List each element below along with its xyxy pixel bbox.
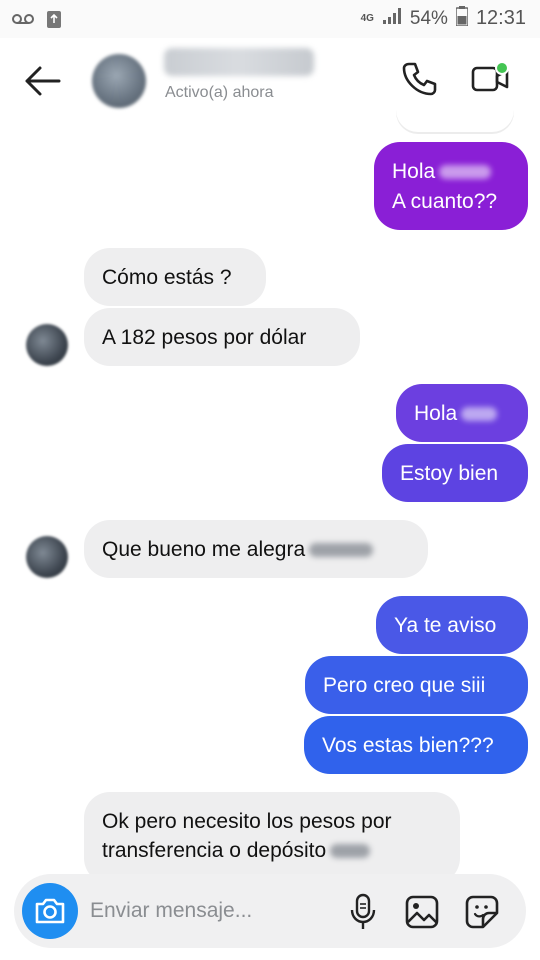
message-text: Pero creo que siii (323, 674, 486, 697)
camera-icon (34, 896, 66, 931)
message-text: Hola (392, 160, 436, 183)
message-text: Vos estas bien??? (322, 734, 494, 757)
partial-message-bubble (396, 100, 514, 132)
phone-icon[interactable] (400, 60, 438, 98)
message-text: Ok pero necesito los pesos por (102, 810, 392, 833)
message-bubble-outgoing[interactable]: Vos estas bien??? (304, 716, 528, 774)
avatar[interactable] (26, 324, 68, 366)
message-text: transferencia o depósito (102, 839, 327, 862)
message-text: Cómo estás ? (102, 266, 232, 289)
message-input[interactable] (90, 896, 340, 926)
status-bar: 4G 54% 12:31 (0, 0, 540, 38)
microphone-icon[interactable] (348, 892, 378, 932)
image-icon[interactable] (404, 894, 440, 930)
message-bubble-outgoing[interactable]: Hola A cuanto?? (374, 142, 528, 230)
message-bubble-incoming[interactable]: Que bueno me alegra (84, 520, 428, 578)
redacted-name (461, 407, 498, 422)
voicemail-icon (12, 12, 34, 31)
camera-button[interactable] (22, 883, 78, 939)
avatar[interactable] (92, 54, 146, 108)
message-bubble-outgoing[interactable]: Estoy bien (382, 444, 528, 502)
sticker-icon[interactable] (464, 894, 500, 930)
avatar[interactable] (26, 536, 68, 578)
message-bubble-outgoing[interactable]: Hola (396, 384, 528, 442)
redacted-name (439, 165, 492, 180)
message-bubble-outgoing[interactable]: Pero creo que siii (305, 656, 528, 714)
message-text: Que bueno me alegra (102, 538, 306, 561)
message-text: Estoy bien (400, 462, 499, 485)
message-composer (14, 874, 526, 948)
contact-status: Activo(a) ahora (165, 84, 274, 101)
message-bubble-outgoing[interactable]: Ya te aviso (376, 596, 528, 654)
battery-percent: 54% (409, 7, 448, 29)
message-text: Hola (414, 402, 458, 425)
battery-icon (455, 6, 469, 31)
message-text: A 182 pesos por dólar (102, 326, 307, 349)
video-icon[interactable] (470, 60, 512, 98)
message-bubble-incoming[interactable]: Cómo estás ? (84, 248, 266, 306)
network-type: 4G (360, 12, 374, 24)
message-bubble-incoming[interactable]: A 182 pesos por dólar (84, 308, 360, 366)
message-bubble-incoming[interactable]: Ok pero necesito los pesos por transfere… (84, 792, 460, 884)
redacted-name (309, 543, 374, 558)
recycle-icon (46, 9, 62, 34)
message-text: A cuanto?? (392, 190, 498, 213)
message-text: Ya te aviso (394, 614, 497, 637)
redacted-text (330, 844, 371, 859)
contact-name-redacted[interactable] (164, 48, 314, 76)
clock: 12:31 (475, 7, 526, 29)
signal-icon (382, 7, 402, 30)
back-arrow-icon[interactable] (22, 64, 62, 98)
